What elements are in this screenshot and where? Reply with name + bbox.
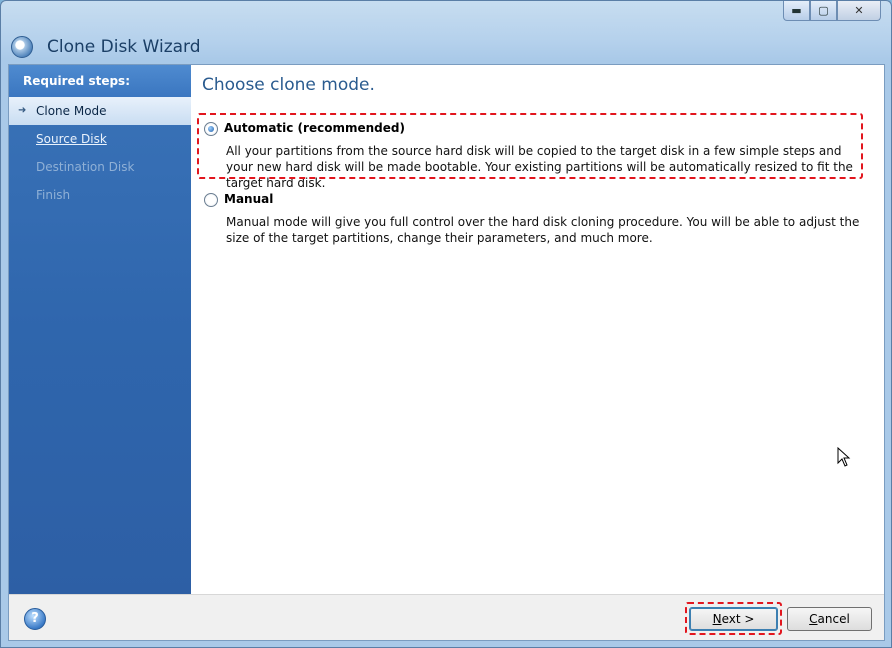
minimize-button[interactable]: ▬	[783, 1, 810, 21]
cancel-mnemonic: C	[809, 612, 818, 626]
sidebar-item-clone-mode[interactable]: ➜ Clone Mode	[9, 97, 191, 125]
automatic-label[interactable]: Automatic (recommended)	[224, 121, 405, 135]
cancel-button[interactable]: Cancel	[787, 607, 872, 631]
sidebar-item-finish: Finish	[9, 181, 191, 209]
manual-description: Manual mode will give you full control o…	[226, 215, 860, 245]
window-controls: ▬ ▢ ✕	[783, 1, 881, 23]
option-automatic[interactable]: Automatic (recommended) All your partiti…	[204, 121, 864, 190]
sidebar-item-label: Source Disk	[36, 132, 107, 146]
sidebar-header: Required steps:	[9, 65, 191, 97]
manual-label[interactable]: Manual	[224, 192, 273, 206]
wizard-client-area: Required steps: ➜ Clone Mode Source Disk…	[8, 64, 885, 641]
automatic-description: All your partitions from the source hard…	[226, 144, 853, 190]
next-button[interactable]: Next >	[689, 607, 778, 631]
manual-radio[interactable]	[204, 193, 218, 207]
automatic-radio[interactable]	[204, 122, 218, 136]
steps-sidebar: Required steps: ➜ Clone Mode Source Disk…	[9, 65, 191, 594]
option-manual[interactable]: Manual Manual mode will give you full co…	[204, 192, 864, 252]
sidebar-item-source-disk[interactable]: Source Disk	[9, 125, 191, 153]
close-button[interactable]: ✕	[837, 1, 881, 21]
window-title: Clone Disk Wizard	[47, 37, 201, 57]
cancel-label: ancel	[817, 612, 850, 626]
clone-disk-wizard-window: Clone Disk Wizard ▬ ▢ ✕ Required steps: …	[0, 0, 892, 648]
page-title: Choose clone mode.	[202, 75, 375, 95]
next-mnemonic: N	[712, 612, 722, 626]
help-icon[interactable]: ?	[24, 608, 46, 630]
mouse-pointer-icon	[837, 447, 851, 467]
title-bar[interactable]: Clone Disk Wizard ▬ ▢ ✕	[1, 1, 891, 63]
acronis-disk-icon	[11, 36, 33, 58]
sidebar-item-label: Clone Mode	[36, 104, 107, 118]
maximize-button[interactable]: ▢	[810, 1, 837, 21]
main-panel: Choose clone mode. Automatic (recommende…	[191, 65, 884, 594]
wizard-footer: ? Next > Cancel	[9, 594, 884, 640]
sidebar-item-label: Destination Disk	[36, 160, 135, 174]
next-label: ext >	[721, 612, 755, 626]
sidebar-item-label: Finish	[36, 188, 71, 202]
sidebar-item-destination-disk: Destination Disk	[9, 153, 191, 181]
current-step-arrow-icon: ➜	[18, 105, 27, 116]
